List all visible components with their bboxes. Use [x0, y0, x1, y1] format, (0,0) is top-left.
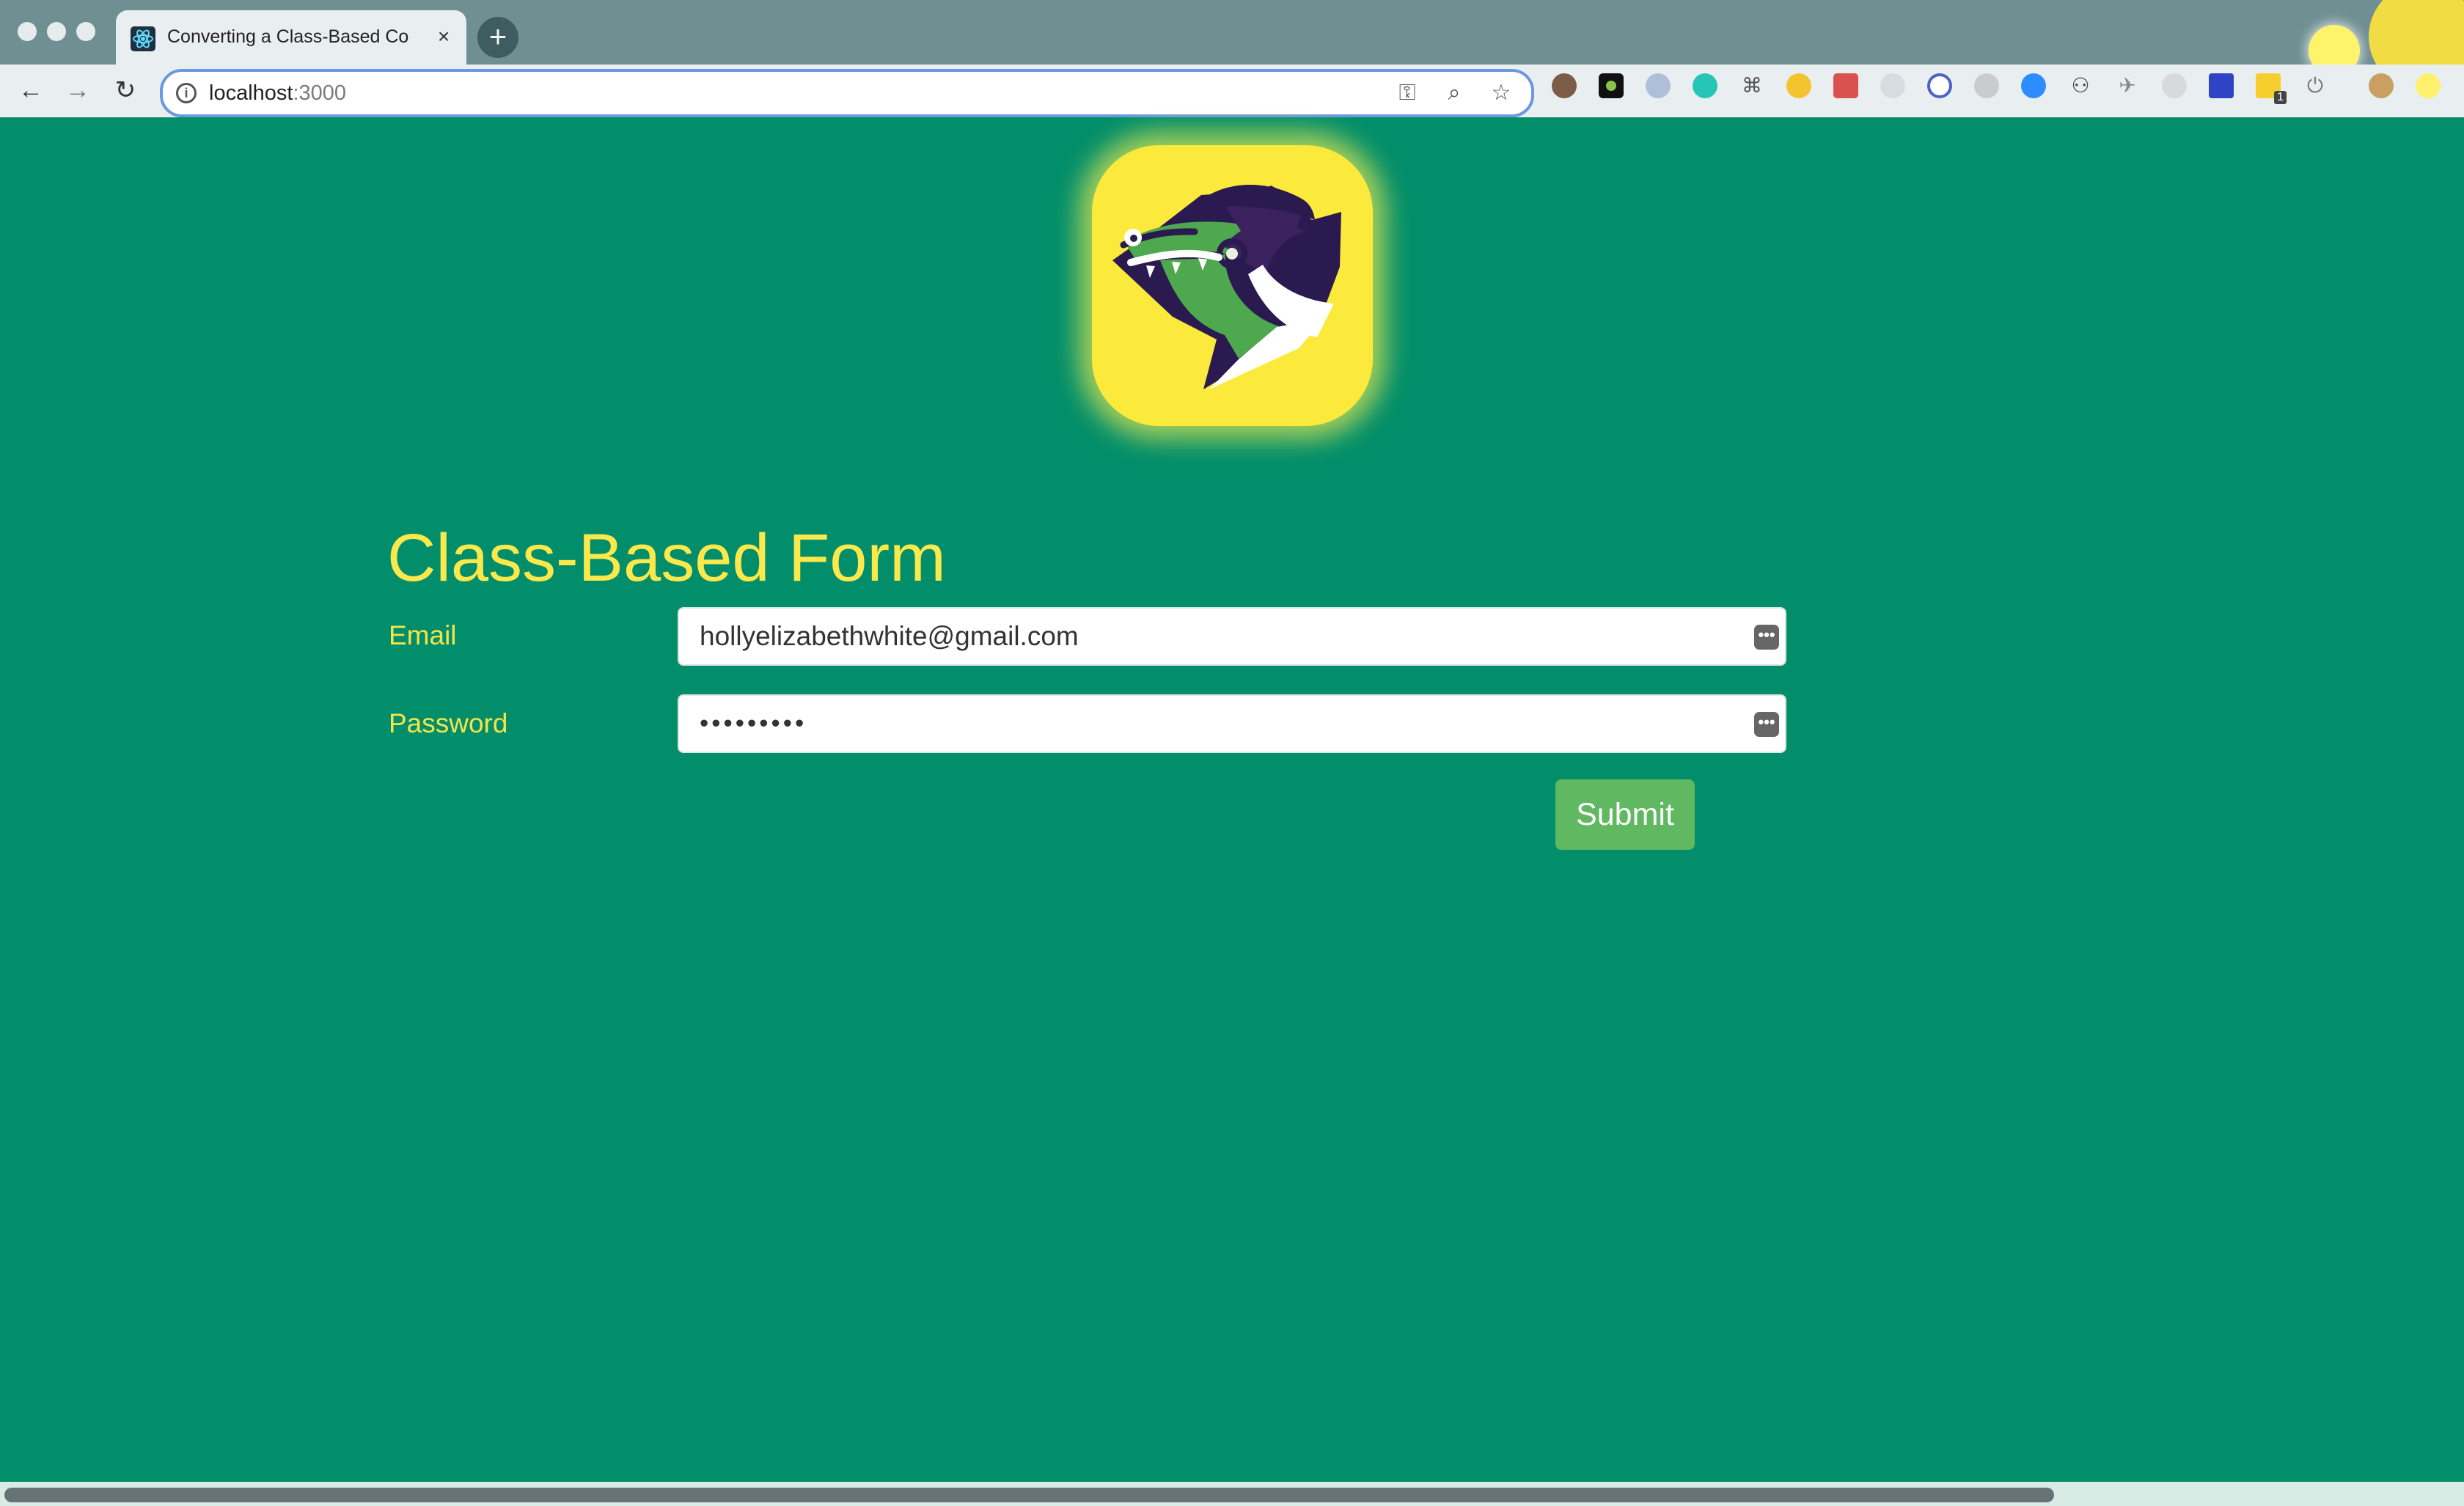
url-port: :3000 — [293, 81, 347, 105]
forward-button[interactable]: → — [63, 76, 92, 105]
back-button[interactable]: ← — [16, 76, 45, 105]
minimize-window-icon[interactable] — [47, 22, 66, 41]
password-manager-icon[interactable]: ••• — [1754, 625, 1779, 650]
extension-video-icon[interactable] — [2021, 73, 2046, 98]
browser-chrome: Converting a Class-Based Com × + ← → ↻ i… — [0, 0, 2464, 117]
extension-plane-icon[interactable]: ✈ — [2115, 73, 2140, 98]
horizontal-scrollbar[interactable] — [0, 1482, 2464, 1506]
extension-red-icon[interactable] — [1833, 73, 1858, 98]
email-field-wrapper: ••• — [678, 607, 1786, 666]
new-tab-button[interactable]: + — [477, 17, 518, 58]
info-icon[interactable]: i — [176, 83, 197, 103]
form-title: Class-Based Form — [387, 521, 946, 595]
extension-dark-glyph-icon[interactable]: ⚇ — [2068, 73, 2093, 98]
extension-badge: 1 — [2274, 91, 2287, 104]
close-window-icon[interactable] — [18, 22, 37, 41]
email-label: Email — [389, 620, 457, 650]
key-icon[interactable]: ⚿ — [1395, 81, 1420, 106]
submit-button[interactable]: Submit — [1555, 779, 1695, 850]
browser-toolbar: ← → ↻ i localhost:3000 ⚿ ⌕ ☆ ⌘ ⚇ ✈ 1 ⏻ — [0, 65, 2464, 117]
active-browser-tab[interactable]: Converting a Class-Based Com × — [116, 10, 466, 65]
gator-logo — [1092, 145, 1373, 426]
extension-gray-circle-icon[interactable] — [1974, 73, 1999, 98]
extension-avatar-icon[interactable] — [1552, 73, 1577, 98]
password-field-wrapper: ••• — [678, 694, 1786, 753]
password-label: Password — [389, 708, 508, 738]
url-host: localhost — [209, 81, 293, 105]
zoom-icon[interactable]: ⌕ — [1442, 81, 1467, 106]
extension-yellow-badge-icon[interactable]: 1 — [2256, 73, 2287, 104]
reload-button[interactable]: ↻ — [111, 76, 140, 105]
extension-target-icon[interactable] — [1927, 73, 1952, 98]
password-manager-icon[interactable]: ••• — [1754, 712, 1779, 737]
extension-teal-icon[interactable] — [1693, 73, 1717, 98]
extension-green-dot-icon[interactable] — [1599, 73, 1624, 98]
url-text[interactable]: localhost:3000 — [209, 79, 346, 107]
star-icon[interactable]: ☆ — [1489, 81, 1514, 106]
extension-blue-card-icon[interactable] — [2209, 73, 2234, 98]
tab-title: Converting a Class-Based Com — [167, 26, 409, 47]
extension-power-icon[interactable]: ⏻ — [2303, 73, 2328, 98]
extension-swirl-icon[interactable] — [1646, 73, 1671, 98]
extension-command-icon[interactable]: ⌘ — [1739, 73, 1764, 98]
address-bar[interactable]: i localhost:3000 ⚿ ⌕ ☆ — [160, 69, 1534, 117]
sun-face-icon[interactable] — [2416, 73, 2441, 98]
horizontal-scrollbar-thumb[interactable] — [4, 1488, 2054, 1502]
extension-moon-icon[interactable] — [1786, 73, 1811, 98]
gator-mascot-icon — [1092, 145, 1373, 426]
react-icon — [131, 26, 155, 51]
extension-dial-icon[interactable] — [2162, 73, 2187, 98]
email-field[interactable] — [679, 609, 1786, 664]
extension-blank-icon[interactable] — [1880, 73, 1905, 98]
close-tab-icon[interactable]: × — [433, 23, 455, 50]
profile-avatar-icon[interactable] — [2369, 73, 2394, 98]
password-field[interactable] — [679, 696, 1786, 752]
zoom-window-icon[interactable] — [76, 22, 95, 41]
